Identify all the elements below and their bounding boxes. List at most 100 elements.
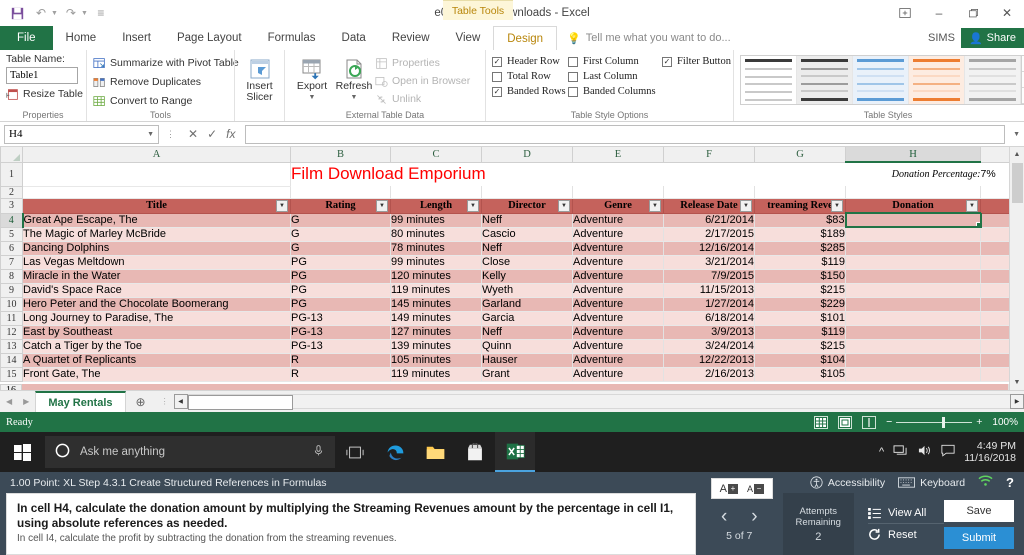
- cell-release-date[interactable]: 12/16/2014: [663, 241, 755, 256]
- redo-dropdown-icon[interactable]: ▼: [81, 10, 88, 17]
- cell-length[interactable]: 145 minutes: [390, 297, 482, 312]
- cell-rating[interactable]: PG: [290, 269, 391, 284]
- task-view-icon[interactable]: [335, 432, 375, 472]
- cell-release-date[interactable]: 6/21/2014: [663, 213, 755, 228]
- ribbon-tab-home[interactable]: Home: [53, 26, 110, 50]
- table-row[interactable]: 10 Hero Peter and the Chocolate Boomerang…: [0, 296, 1009, 312]
- cell-overflow[interactable]: [980, 255, 1009, 270]
- zoom-slider[interactable]: − +: [886, 416, 982, 428]
- accessibility-button[interactable]: Accessibility: [810, 476, 885, 489]
- cell-genre[interactable]: Adventure: [572, 269, 664, 284]
- table-row[interactable]: 9 David's Space Race PG 119 minutes Wyeth Adv…: [0, 282, 1009, 298]
- cell-rating[interactable]: PG-13: [290, 325, 391, 340]
- expand-formula-bar-icon[interactable]: ▼: [1009, 131, 1020, 138]
- table-row[interactable]: 8 Miracle in the Water PG 120 minutes Kelly A…: [0, 268, 1009, 284]
- cell-length[interactable]: 80 minutes: [390, 227, 482, 242]
- cell-overflow[interactable]: [980, 227, 1009, 242]
- cell-streaming-revenue[interactable]: $104: [754, 353, 846, 368]
- cell-donation[interactable]: [845, 283, 981, 298]
- cell-genre[interactable]: Adventure: [572, 283, 664, 298]
- close-button[interactable]: ✕: [990, 0, 1024, 26]
- row-header-5[interactable]: 5: [0, 226, 23, 242]
- cell-title[interactable]: Great Ape Escape, The: [22, 213, 291, 228]
- cell-overflow[interactable]: [980, 283, 1009, 298]
- h-scroll-right-icon[interactable]: ▶: [1010, 394, 1024, 409]
- tell-me-search[interactable]: 💡 Tell me what you want to do...: [567, 26, 731, 50]
- cell-donation[interactable]: [845, 367, 981, 382]
- cell-length[interactable]: 119 minutes: [390, 283, 482, 298]
- table-style-thumb-3[interactable]: [853, 56, 909, 104]
- row-header-8[interactable]: 8: [0, 268, 23, 284]
- submit-button[interactable]: Submit: [944, 526, 1014, 549]
- cell-director[interactable]: Garland: [481, 297, 573, 312]
- cell-director[interactable]: Kelly: [481, 269, 573, 284]
- ribbon-tab-view[interactable]: View: [443, 26, 494, 50]
- row-header-7[interactable]: 7: [0, 254, 23, 270]
- ribbon-display-options-icon[interactable]: [888, 0, 922, 26]
- column-header-c[interactable]: C: [390, 147, 482, 163]
- cell-genre[interactable]: Adventure: [572, 339, 664, 354]
- cell-length[interactable]: 149 minutes: [390, 311, 482, 326]
- undo-icon[interactable]: ↶: [30, 3, 52, 23]
- filter-arrow-streaming-icon[interactable]: ▼: [831, 199, 843, 212]
- summarize-with-pivot-table-button[interactable]: Summarize with Pivot Table: [93, 55, 239, 71]
- cell-genre[interactable]: Adventure: [572, 353, 664, 368]
- page-layout-view-icon[interactable]: [838, 415, 853, 429]
- cell-director[interactable]: Neff: [481, 213, 573, 228]
- maximize-button[interactable]: [956, 0, 990, 26]
- cell-release-date[interactable]: 7/9/2015: [663, 269, 755, 284]
- table-header-length[interactable]: Length ▼: [390, 198, 482, 214]
- cortana-search-box[interactable]: Ask me anything: [45, 436, 335, 468]
- cell-release-date[interactable]: 11/15/2013: [663, 283, 755, 298]
- action-center-icon[interactable]: [941, 444, 955, 460]
- column-header-i[interactable]: [980, 147, 1009, 163]
- cell-release-date[interactable]: 1/27/2014: [663, 297, 755, 312]
- next-task-button[interactable]: ›: [751, 506, 757, 528]
- taskbar-clock[interactable]: 4:49 PM 11/16/2018: [964, 440, 1016, 464]
- cell-overflow[interactable]: [980, 269, 1009, 284]
- column-header-h[interactable]: H: [845, 147, 981, 163]
- table-header-streaming-revenues[interactable]: treaming Reve ▼: [754, 198, 846, 214]
- cell-streaming-revenue[interactable]: $150: [754, 269, 846, 284]
- filter-arrow-donation-icon[interactable]: ▼: [966, 199, 978, 212]
- convert-to-range-button[interactable]: Convert to Range: [93, 93, 231, 109]
- cell-streaming-revenue[interactable]: $101: [754, 311, 846, 326]
- cell-i1-donation-percentage-value[interactable]: 7%: [981, 162, 1010, 186]
- cell-director[interactable]: Hauser: [481, 353, 573, 368]
- scroll-up-icon[interactable]: ▲: [1009, 147, 1024, 162]
- cell-rating[interactable]: G: [290, 213, 391, 228]
- cell-overflow[interactable]: [980, 213, 1009, 228]
- cell-h1-donation-percentage-label[interactable]: Donation Percentage:: [846, 162, 981, 186]
- cell-rating[interactable]: G: [290, 227, 391, 242]
- cell-a1[interactable]: [22, 162, 291, 187]
- name-box[interactable]: H4 ▼: [4, 124, 159, 144]
- scroll-down-icon[interactable]: ▼: [1009, 375, 1024, 390]
- cell-overflow[interactable]: [980, 297, 1009, 312]
- ribbon-tab-data[interactable]: Data: [329, 26, 379, 50]
- cell-b1-sheet-title[interactable]: Film Download Emporium: [291, 162, 846, 186]
- increase-font-button[interactable]: A +: [720, 483, 738, 495]
- cell-genre[interactable]: Adventure: [572, 311, 664, 326]
- account-name[interactable]: SIMS: [928, 32, 955, 44]
- cell-streaming-revenue[interactable]: $189: [754, 227, 846, 242]
- cell-f2[interactable]: [663, 186, 755, 199]
- cell-release-date[interactable]: 12/22/2013: [663, 353, 755, 368]
- table-header-rating[interactable]: Rating ▼: [290, 198, 391, 214]
- horizontal-scroll-track[interactable]: [187, 394, 1010, 410]
- sheet-tab-may-rentals[interactable]: May Rentals: [35, 391, 126, 412]
- table-header-director[interactable]: Director ▼: [481, 198, 573, 214]
- add-sheet-icon[interactable]: ⊕: [126, 391, 156, 412]
- row-header-11[interactable]: 11: [0, 310, 23, 326]
- cell-c2[interactable]: [390, 186, 482, 199]
- refresh-dropdown-icon[interactable]: ▼: [351, 92, 358, 103]
- row-header-4[interactable]: 4: [0, 212, 24, 228]
- cell-director[interactable]: Cascio: [481, 227, 573, 242]
- checkbox-last-column[interactable]: Last Column: [568, 71, 660, 82]
- cell-e2[interactable]: [572, 186, 664, 199]
- table-header-donation[interactable]: Donation ▼: [845, 198, 981, 214]
- cell-streaming-revenue[interactable]: $119: [754, 255, 846, 270]
- cell-title[interactable]: David's Space Race: [22, 283, 291, 298]
- column-header-a[interactable]: A: [22, 147, 291, 163]
- row-header-10[interactable]: 10: [0, 296, 23, 312]
- row-header-14[interactable]: 14: [0, 352, 23, 368]
